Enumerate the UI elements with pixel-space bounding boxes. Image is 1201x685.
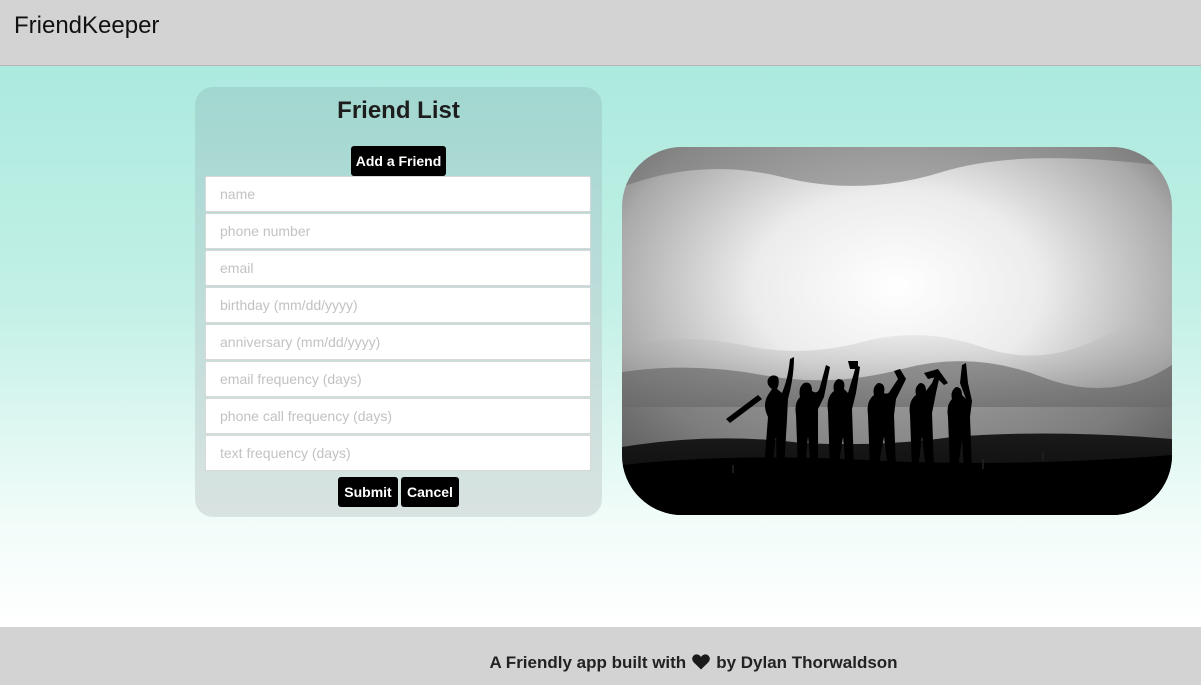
footer-credit: A Friendly app built with by Dylan Thorwa… (0, 653, 1201, 675)
hero-photo (622, 147, 1172, 515)
email-field[interactable] (205, 250, 591, 286)
footer: A Friendly app built with by Dylan Thorwa… (0, 627, 1201, 685)
navbar: FriendKeeper (0, 0, 1201, 66)
friends-silhouette-image (622, 147, 1172, 515)
form-title: Friend List (337, 97, 460, 124)
anniversary-field[interactable] (205, 324, 591, 360)
email-frequency-field[interactable] (205, 361, 591, 397)
footer-text-before: A Friendly app built with (489, 653, 687, 672)
add-friend-button[interactable]: Add a Friend (351, 146, 446, 176)
birthday-field[interactable] (205, 287, 591, 323)
submit-button[interactable]: Submit (338, 477, 398, 507)
heart-icon (692, 654, 711, 675)
cancel-button[interactable]: Cancel (401, 477, 459, 507)
brand-title[interactable]: FriendKeeper (14, 12, 159, 40)
name-field[interactable] (205, 176, 591, 212)
phone-number-field[interactable] (205, 213, 591, 249)
friend-form-card: Friend List Add a Friend Submit Cancel (195, 87, 602, 517)
text-frequency-field[interactable] (205, 435, 591, 471)
phone-call-frequency-field[interactable] (205, 398, 591, 434)
footer-text-after: by Dylan Thorwaldson (716, 653, 898, 672)
